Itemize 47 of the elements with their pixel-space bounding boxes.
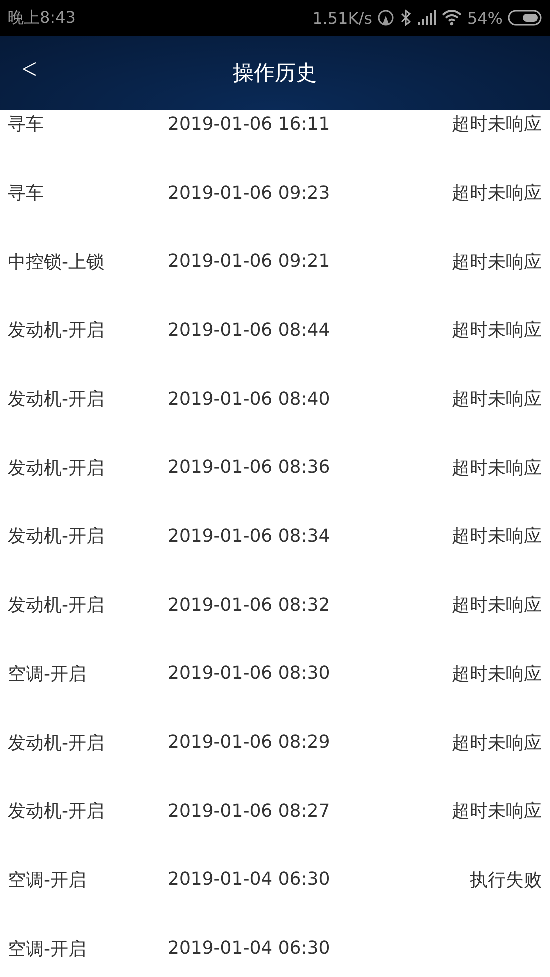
status-text: 执行失败 (470, 868, 542, 892)
bluetooth-icon (400, 9, 412, 27)
time-text: 2019-01-06 16:11 (168, 114, 332, 135)
battery-percent-text: 54% (467, 8, 503, 28)
action-text: 空调-开启 (8, 938, 88, 961)
status-text: 超时未响应 (452, 662, 542, 686)
action-text: 发动机-开启 (8, 594, 106, 618)
status-text: 超时未响应 (452, 594, 542, 618)
action-text: 发动机-开启 (8, 456, 106, 480)
page-title: 操作历史 (233, 60, 317, 87)
time-text: 2019-01-06 08:34 (168, 526, 332, 547)
network-speed-text: 1.51K/s (312, 8, 372, 28)
signal-icon (417, 10, 438, 26)
time-text: 2019-01-06 08:29 (168, 732, 332, 754)
status-text: 超时未响应 (452, 800, 542, 824)
time-text: 2019-01-06 08:27 (168, 800, 332, 822)
status-text: 超时未响应 (452, 732, 542, 755)
action-text: 发动机-开启 (8, 800, 106, 824)
action-text: 发动机-开启 (8, 732, 106, 755)
clock-text: 晚上8:43 (8, 8, 76, 28)
time-text: 2019-01-06 08:40 (168, 388, 332, 410)
action-text: 发动机-开启 (8, 525, 106, 548)
status-text: 超时未响应 (452, 525, 542, 548)
action-text: 寻车 (8, 182, 45, 206)
back-button[interactable]: < (17, 52, 42, 85)
time-text: 2019-01-04 06:30 (168, 938, 332, 960)
status-text: 超时未响应 (452, 456, 542, 480)
action-text: 中控锁-上锁 (8, 250, 106, 274)
time-text: 2019-01-06 09:23 (168, 182, 332, 204)
action-text: 发动机-开启 (8, 388, 106, 412)
battery-icon (508, 10, 542, 26)
status-text: 超时未响应 (452, 388, 542, 412)
status-text: 超时未响应 (452, 113, 542, 136)
status-text: 超时未响应 (452, 250, 542, 274)
wifi-icon (442, 10, 462, 26)
action-text: 寻车 (8, 113, 45, 136)
time-text: 2019-01-04 06:30 (168, 869, 332, 890)
action-text: 空调-开启 (8, 868, 88, 892)
action-text: 空调-开启 (8, 662, 88, 686)
time-text: 2019-01-06 08:44 (168, 320, 332, 341)
status-text: 超时未响应 (452, 319, 542, 342)
action-text: 发动机-开启 (8, 319, 106, 342)
time-text: 2019-01-06 08:30 (168, 663, 332, 684)
time-text: 2019-01-06 09:21 (168, 251, 332, 272)
time-text: 2019-01-06 08:36 (168, 457, 332, 478)
status-text: 超时未响应 (452, 182, 542, 206)
time-text: 2019-01-06 08:32 (168, 594, 332, 616)
